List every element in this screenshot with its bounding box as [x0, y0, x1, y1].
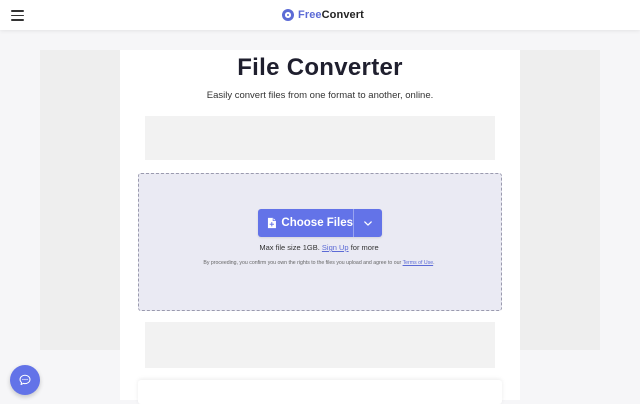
legal-prefix: By proceeding, you confirm you own the r… [203, 260, 402, 266]
file-dropzone[interactable] [138, 173, 502, 311]
max-file-size-note: Max file size 1GB. Sign Up for more [138, 243, 500, 252]
page-title: File Converter [237, 54, 403, 81]
freeconvert-logo-icon [282, 9, 294, 21]
choose-files-main[interactable]: Choose Files [258, 209, 353, 237]
chat-bubble-icon [19, 374, 31, 386]
terms-of-use-link[interactable]: Terms of Use [403, 260, 434, 266]
ad-placeholder-bottom [145, 322, 495, 368]
ad-placeholder-left [40, 50, 120, 350]
choose-files-label: Choose Files [281, 217, 353, 229]
logo-text: FreeConvert [298, 9, 364, 21]
max-size-suffix: for more [350, 243, 379, 252]
logo-text-free: Free [298, 9, 322, 21]
sign-up-link[interactable]: Sign Up [322, 243, 349, 252]
choose-files-dropdown[interactable] [354, 209, 382, 237]
max-size-prefix: Max file size 1GB. [259, 243, 320, 252]
content-card [138, 380, 502, 404]
ad-placeholder-right [520, 50, 600, 350]
hamburger-menu-icon[interactable] [11, 10, 24, 21]
choose-files-button[interactable]: Choose Files [258, 209, 382, 237]
site-header: FreeConvert [0, 0, 640, 30]
chevron-down-icon [364, 220, 372, 226]
legal-notice: By proceeding, you confirm you own the r… [138, 260, 500, 266]
page-subtitle: Easily convert files from one format to … [206, 90, 434, 101]
ad-placeholder-top [145, 116, 495, 160]
file-plus-icon [267, 217, 276, 229]
legal-suffix: . [433, 260, 435, 266]
chat-button[interactable] [10, 365, 40, 395]
site-logo[interactable]: FreeConvert [282, 8, 364, 22]
logo-text-convert: Convert [321, 9, 364, 21]
